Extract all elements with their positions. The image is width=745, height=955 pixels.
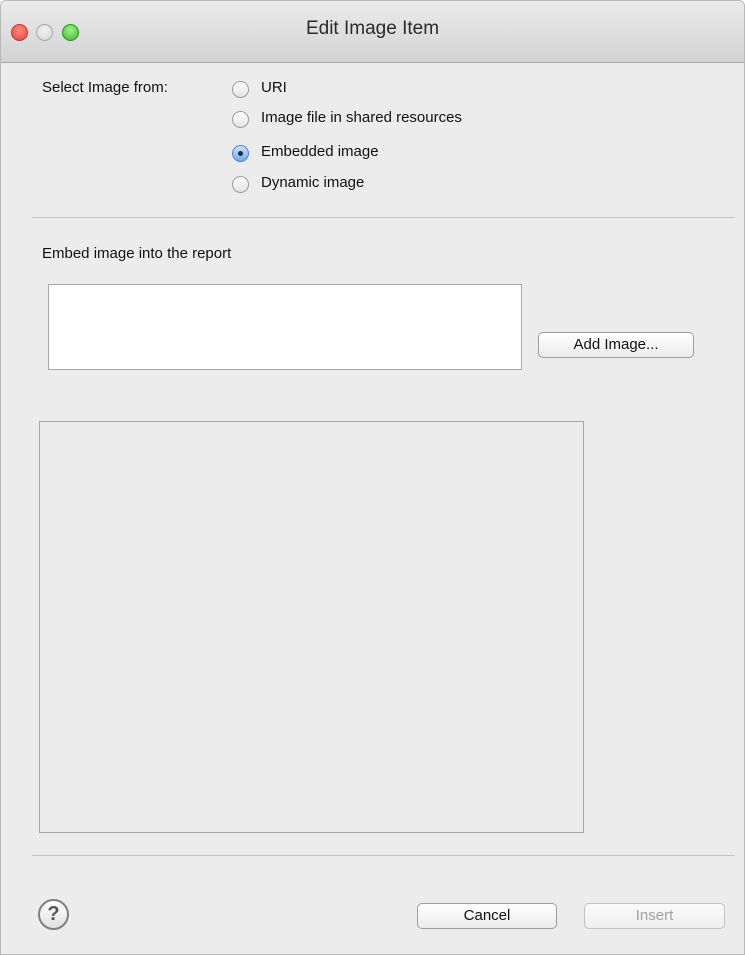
insert-button[interactable]: Insert (584, 903, 725, 929)
title-bar: Edit Image Item (1, 1, 744, 63)
radio-button-dynamic[interactable] (232, 176, 249, 193)
image-preview-area (39, 421, 584, 833)
radio-button-uri[interactable] (232, 81, 249, 98)
select-image-label: Select Image from: (42, 79, 168, 96)
help-question-icon[interactable]: ? (38, 899, 69, 930)
cancel-button[interactable]: Cancel (417, 903, 557, 929)
embed-image-label: Embed image into the report (42, 245, 232, 262)
edit-image-item-dialog: Edit Image Item Select Image from: URI I… (0, 0, 745, 955)
radio-selected-dot-icon (238, 151, 243, 156)
radio-button-embedded[interactable] (232, 145, 249, 162)
footer-divider (32, 855, 735, 856)
section-divider (32, 217, 735, 218)
radio-label-shared-resources[interactable]: Image file in shared resources (261, 109, 462, 126)
radio-label-uri[interactable]: URI (261, 79, 287, 96)
radio-label-embedded[interactable]: Embedded image (261, 143, 379, 160)
add-image-button[interactable]: Add Image... (538, 332, 694, 358)
radio-label-dynamic[interactable]: Dynamic image (261, 174, 364, 191)
radio-button-shared-resources[interactable] (232, 111, 249, 128)
embedded-image-list[interactable] (48, 284, 522, 370)
window-title: Edit Image Item (305, 18, 440, 39)
